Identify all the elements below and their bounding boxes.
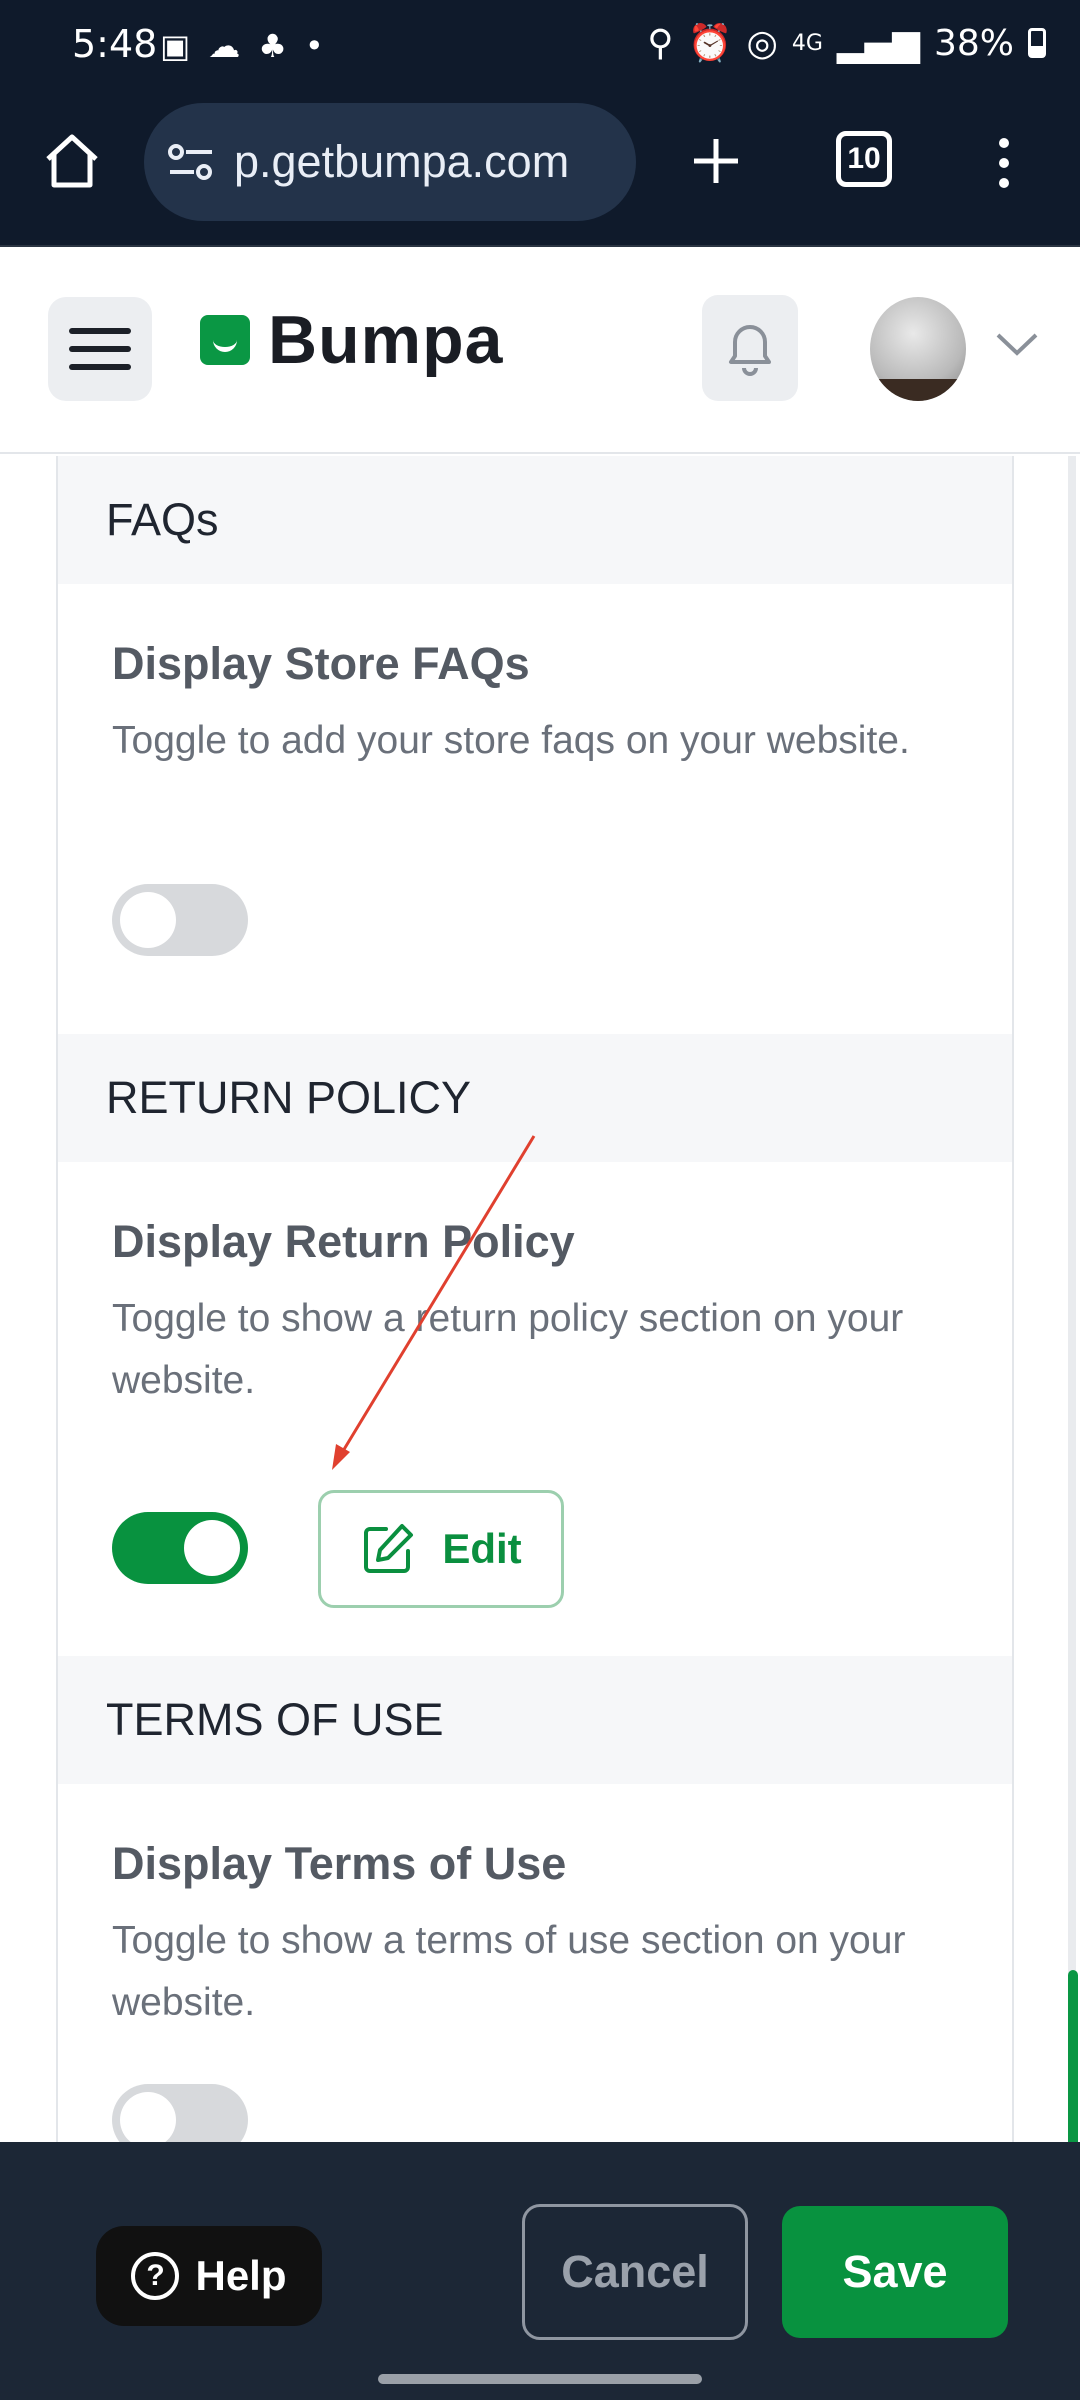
avatar[interactable] <box>870 297 966 401</box>
status-left-icons: ▣☁♣• <box>160 27 342 65</box>
chevron-down-icon[interactable] <box>994 329 1040 359</box>
bumpa-logo-icon <box>200 315 250 365</box>
more-options-icon[interactable] <box>994 135 1014 191</box>
brand-logo[interactable]: Bumpa <box>200 301 503 379</box>
save-button[interactable]: Save <box>782 2206 1008 2338</box>
toggle-knob <box>120 2092 176 2142</box>
help-label: Help <box>195 2252 287 2299</box>
menu-button[interactable] <box>48 297 152 401</box>
settings-panel: FAQs Display Store FAQs Toggle to add yo… <box>56 456 1014 2142</box>
battery-icon <box>1028 28 1046 58</box>
cloud-icon: ☁ <box>208 27 259 65</box>
terms-toggle[interactable] <box>112 2084 248 2142</box>
return-policy-toggle[interactable] <box>112 1512 248 1584</box>
bell-icon <box>729 325 771 376</box>
app-header: Bumpa <box>0 249 1080 454</box>
help-icon: ? <box>131 2252 180 2300</box>
cancel-button[interactable]: Cancel <box>522 2204 748 2340</box>
browser-toolbar: p.getbumpa.com 10 <box>0 95 1080 247</box>
status-right: ⚲ ⏰ ◎ 4G ▂▄▆ 38% <box>647 22 1046 64</box>
home-icon[interactable] <box>40 129 104 193</box>
scrollbar-track[interactable] <box>1068 456 1076 2142</box>
signal-icon: ▂▄▆ <box>836 22 920 64</box>
url-text: p.getbumpa.com <box>234 136 570 187</box>
toggle-knob <box>120 892 176 948</box>
toggle-knob <box>184 1520 240 1576</box>
new-tab-icon[interactable] <box>684 129 748 193</box>
edit-label: Edit <box>442 1525 522 1572</box>
return-policy-description: Toggle to show a return policy section o… <box>112 1297 904 1402</box>
tab-switcher-button[interactable]: 10 <box>836 131 892 187</box>
faqs-section: Display Store FAQs Toggle to add your st… <box>58 584 1012 1034</box>
battery-saver-icon: ⚲ <box>647 22 674 64</box>
4g-icon: 4G <box>791 30 823 56</box>
return-policy-section: Display Return Policy Toggle to show a r… <box>58 1162 1012 1656</box>
terms-description: Toggle to show a terms of use section on… <box>112 1919 906 2024</box>
return-policy-section-heading: RETURN POLICY <box>58 1034 1012 1162</box>
terms-section: Display Terms of Use Toggle to show a te… <box>58 1784 1012 2142</box>
gesture-bar[interactable] <box>378 2374 702 2384</box>
hamburger-icon <box>69 328 131 334</box>
address-bar[interactable]: p.getbumpa.com <box>144 103 636 221</box>
site-settings-icon[interactable] <box>166 142 216 182</box>
help-button[interactable]: ? Help <box>96 2226 322 2326</box>
terms-title: Display Terms of Use <box>112 1838 567 1889</box>
return-policy-title: Display Return Policy <box>112 1216 575 1267</box>
faqs-title: Display Store FAQs <box>112 638 530 689</box>
faqs-description: Toggle to add your store faqs on your we… <box>112 719 910 762</box>
hotspot-icon: ◎ <box>746 22 778 64</box>
hamburger-line <box>69 346 131 352</box>
alarm-icon: ⏰ <box>687 23 733 64</box>
faqs-toggle[interactable] <box>112 884 248 956</box>
notification-icon: ♣ <box>258 27 305 65</box>
terms-section-heading: TERMS OF USE <box>58 1656 1012 1784</box>
faqs-section-heading: FAQs <box>58 456 1012 584</box>
dot-icon: • <box>304 27 342 65</box>
image-icon: ▣ <box>160 27 209 65</box>
battery-percent: 38% <box>933 22 1014 64</box>
hamburger-line <box>69 364 131 370</box>
action-footer: ? Help Cancel Save <box>0 2142 1080 2400</box>
notifications-button[interactable] <box>702 295 798 401</box>
status-bar: 5:48 ▣☁♣• ⚲ ⏰ ◎ 4G ▂▄▆ 38% <box>0 0 1080 95</box>
edit-return-policy-button[interactable]: Edit <box>318 1490 564 1608</box>
edit-icon <box>364 1524 414 1573</box>
brand-name: Bumpa <box>268 302 504 378</box>
clock: 5:48 <box>72 22 158 66</box>
